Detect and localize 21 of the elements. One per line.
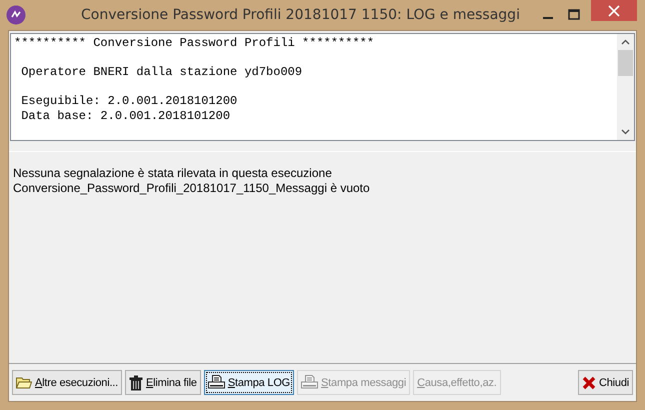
close-button[interactable]: Chiudi	[578, 370, 633, 395]
close-button[interactable]	[591, 0, 637, 21]
window-title: Conversione Password Profili 20181017 1150: LOG e messaggi	[80, 7, 521, 23]
log-line: Operatore BNERI dalla stazione yd7bo009	[20, 65, 304, 80]
folder-icon	[16, 376, 32, 388]
printer-icon	[208, 375, 225, 390]
log-line: Eseguibile: 2.0.001.2018101200	[20, 94, 238, 108]
printer-icon	[301, 375, 318, 390]
action-button[interactable]: Altre esecuzioni...	[12, 370, 122, 395]
action-button[interactable]: Stampa LOG	[204, 370, 294, 395]
message-text: Nessuna segnalazione è stata rilevata in questa esecuzione	[13, 166, 333, 181]
app-logo-icon	[6, 5, 26, 25]
action-button[interactable]: Elimina file	[125, 370, 201, 395]
scrollbar-thumb[interactable]	[618, 50, 633, 76]
trash-icon	[129, 374, 144, 390]
close-icon	[582, 376, 596, 390]
close-icon	[608, 4, 620, 16]
log-line: ********** Conversione Password Profili **********	[14, 36, 376, 50]
log-line: Data base: 2.0.001.2018101200	[20, 108, 232, 123]
scrollbar[interactable]	[617, 34, 634, 140]
message-text: Conversione_Password_Profili_20181017_1150_Messaggi è vuoto	[13, 181, 371, 196]
